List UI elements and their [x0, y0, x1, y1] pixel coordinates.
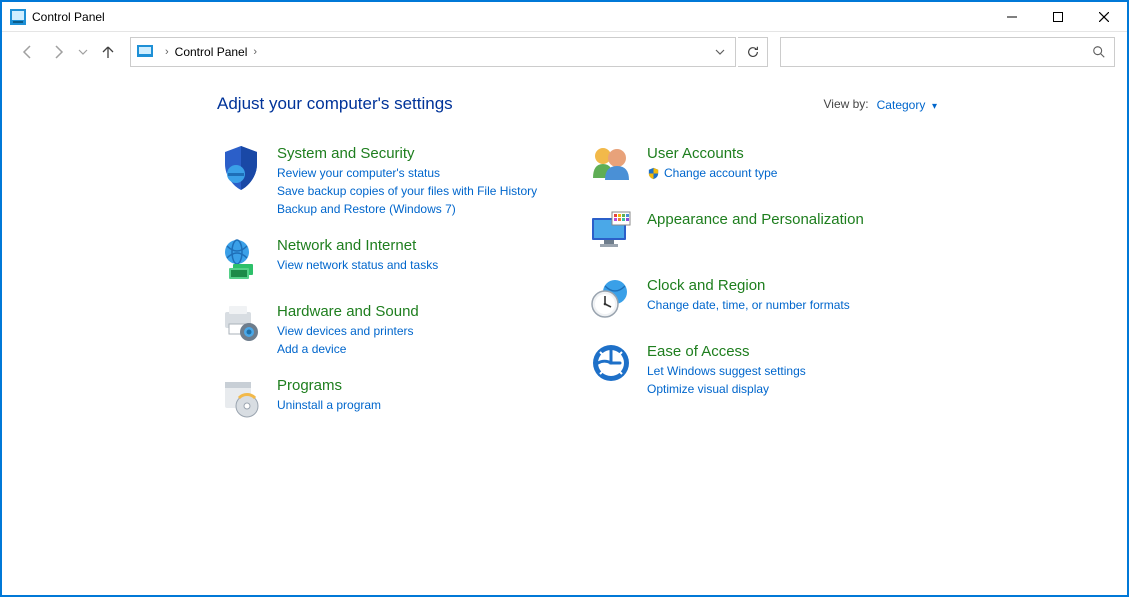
task-link-change-account-type[interactable]: Change account type — [647, 165, 777, 182]
view-by-label: View by: — [824, 97, 869, 111]
search-input[interactable] — [789, 45, 1092, 60]
task-link[interactable]: Add a device — [277, 341, 419, 358]
view-by-dropdown[interactable]: Category ▾ — [877, 97, 937, 112]
category-column-right: User Accounts Change account type — [587, 144, 917, 424]
task-link[interactable]: View devices and printers — [277, 323, 419, 340]
task-link[interactable]: Uninstall a program — [277, 397, 381, 414]
category-link-ease-of-access[interactable]: Ease of Access — [647, 342, 806, 362]
category-user-accounts: User Accounts Change account type — [587, 144, 917, 192]
printer-camera-icon — [217, 302, 265, 350]
uac-shield-icon — [647, 167, 660, 180]
breadcrumb-control-panel[interactable]: Control Panel — [173, 45, 250, 59]
window-minimize-button[interactable] — [989, 2, 1035, 32]
breadcrumb-separator[interactable]: › — [249, 46, 261, 58]
window-close-button[interactable] — [1081, 2, 1127, 32]
titlebar: Control Panel — [2, 2, 1127, 32]
window-maximize-button[interactable] — [1035, 2, 1081, 32]
category-appearance-personalization: Appearance and Personalization — [587, 210, 917, 258]
category-clock-region: Clock and Region Change date, time, or n… — [587, 276, 917, 324]
category-column-left: System and Security Review your computer… — [217, 144, 547, 424]
task-link[interactable]: Review your computer's status — [277, 165, 537, 182]
monitor-personalization-icon — [587, 210, 635, 258]
back-button[interactable] — [14, 38, 42, 66]
task-link[interactable]: Optimize visual display — [647, 381, 806, 398]
task-link[interactable]: Save backup copies of your files with Fi… — [277, 183, 537, 200]
ease-of-access-icon — [587, 342, 635, 390]
category-system-security: System and Security Review your computer… — [217, 144, 547, 218]
navigation-row: › Control Panel › — [2, 32, 1127, 72]
user-accounts-icon — [587, 144, 635, 192]
task-label: Change account type — [664, 166, 777, 180]
view-by-value: Category — [877, 98, 926, 112]
control-panel-breadcrumb-icon — [137, 44, 155, 60]
category-hardware-sound: Hardware and Sound View devices and prin… — [217, 302, 547, 358]
recent-locations-button[interactable] — [74, 38, 92, 66]
window-title: Control Panel — [32, 10, 105, 24]
globe-network-icon — [217, 236, 265, 284]
refresh-button[interactable] — [738, 37, 768, 67]
category-link-hardware-sound[interactable]: Hardware and Sound — [277, 302, 419, 322]
address-history-button[interactable] — [711, 47, 729, 57]
category-network-internet: Network and Internet View network status… — [217, 236, 547, 284]
search-box[interactable] — [780, 37, 1115, 67]
task-link[interactable]: View network status and tasks — [277, 257, 438, 274]
task-link[interactable]: Backup and Restore (Windows 7) — [277, 201, 537, 218]
category-link-programs[interactable]: Programs — [277, 376, 381, 396]
breadcrumb-separator[interactable]: › — [161, 46, 173, 58]
chevron-down-icon: ▾ — [932, 101, 937, 112]
search-icon[interactable] — [1092, 45, 1106, 59]
category-ease-of-access: Ease of Access Let Windows suggest setti… — [587, 342, 917, 398]
content-area: Adjust your computer's settings View by:… — [2, 72, 1127, 424]
task-link[interactable]: Let Windows suggest settings — [647, 363, 806, 380]
shield-icon — [217, 144, 265, 192]
up-button[interactable] — [94, 38, 122, 66]
address-bar[interactable]: › Control Panel › — [130, 37, 736, 67]
category-link-appearance-personalization[interactable]: Appearance and Personalization — [647, 210, 864, 230]
clock-globe-icon — [587, 276, 635, 324]
forward-button[interactable] — [44, 38, 72, 66]
category-programs: Programs Uninstall a program — [217, 376, 547, 424]
programs-disc-icon — [217, 376, 265, 424]
category-link-user-accounts[interactable]: User Accounts — [647, 144, 777, 164]
category-link-system-security[interactable]: System and Security — [277, 144, 537, 164]
category-link-network-internet[interactable]: Network and Internet — [277, 236, 438, 256]
task-link[interactable]: Change date, time, or number formats — [647, 297, 850, 314]
page-heading: Adjust your computer's settings — [217, 94, 824, 114]
category-link-clock-region[interactable]: Clock and Region — [647, 276, 850, 296]
control-panel-app-icon — [10, 9, 26, 25]
